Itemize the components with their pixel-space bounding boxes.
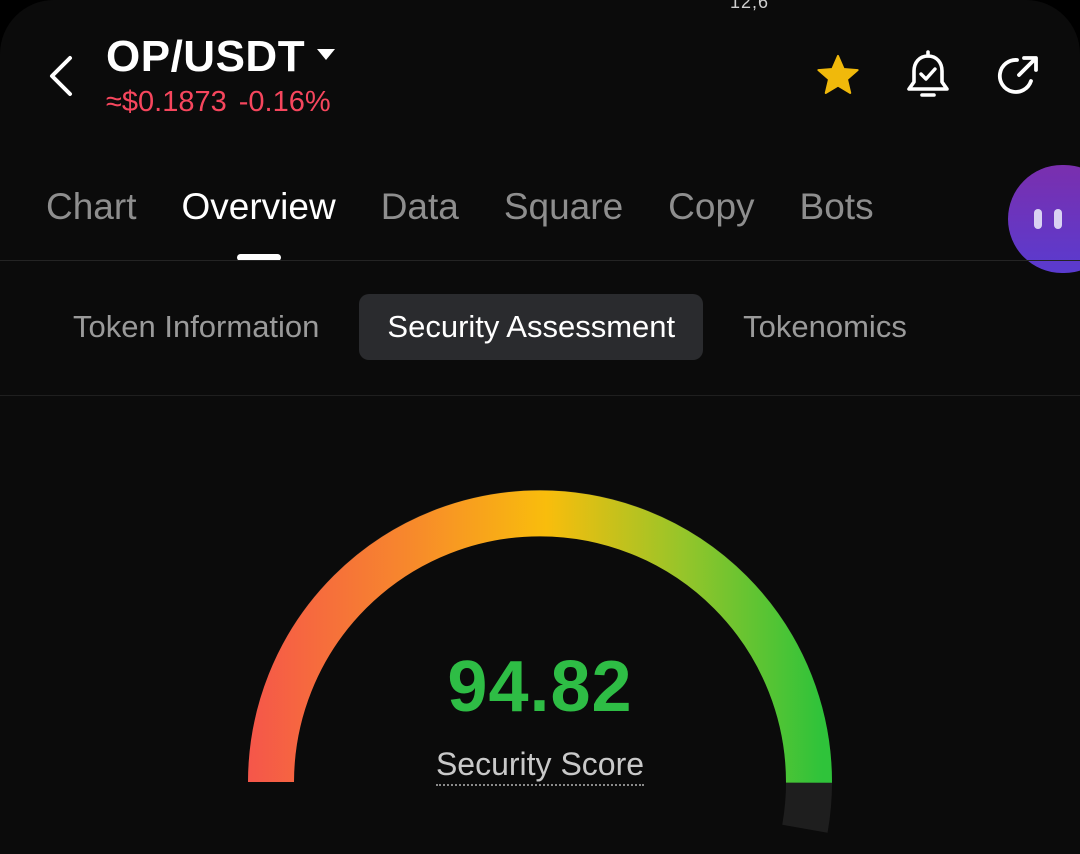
subtabs-divider <box>0 395 1080 396</box>
sub-tabs: Token Information Security Assessment To… <box>54 294 926 360</box>
pair-header: OP/USDT ≈$0.1873 -0.16% <box>106 30 336 119</box>
share-button[interactable] <box>994 50 1042 102</box>
pair-selector[interactable]: OP/USDT <box>106 30 336 84</box>
back-button[interactable] <box>38 50 84 102</box>
main-tabs: Chart Overview Data Square Copy Bots <box>46 182 874 232</box>
assistant-bubble-button[interactable] <box>1008 165 1080 273</box>
subtab-tokenomics[interactable]: Tokenomics <box>724 294 926 360</box>
bell-check-icon <box>907 50 949 97</box>
security-gauge: 94.82 Security Score <box>0 470 1080 854</box>
app-screen: 12,6 OP/USDT ≈$0.1873 -0.16% Chart Overv… <box>0 0 1080 854</box>
tabs-divider <box>0 260 1080 261</box>
security-score-label[interactable]: Security Score <box>435 746 645 786</box>
subtab-token-information[interactable]: Token Information <box>54 294 338 360</box>
header-actions <box>814 50 1042 102</box>
status-bar-fragment: 12,6 <box>730 0 770 12</box>
tab-bots[interactable]: Bots <box>800 182 874 232</box>
price-line: ≈$0.1873 -0.16% <box>106 86 335 119</box>
back-arrow-icon <box>50 56 72 96</box>
security-score-label-wrap: Security Score <box>0 746 1080 786</box>
pair-name: OP/USDT <box>106 32 306 81</box>
security-score-value: 94.82 <box>447 647 633 727</box>
tab-chart[interactable]: Chart <box>46 182 136 232</box>
tab-data[interactable]: Data <box>381 182 459 232</box>
tab-copy[interactable]: Copy <box>668 182 754 232</box>
assistant-eye-icon <box>1034 209 1042 229</box>
share-icon <box>997 56 1038 94</box>
tab-overview[interactable]: Overview <box>181 182 335 232</box>
tab-square[interactable]: Square <box>504 182 623 232</box>
subtab-security-assessment[interactable]: Security Assessment <box>359 294 704 360</box>
current-price: ≈$0.1873 <box>106 86 227 118</box>
price-alert-button[interactable] <box>904 50 952 102</box>
price-change: -0.16% <box>238 86 331 118</box>
star-icon <box>817 54 859 94</box>
favorite-button[interactable] <box>814 50 862 102</box>
dropdown-caret-icon <box>317 48 336 60</box>
assistant-eye-icon <box>1054 209 1062 229</box>
